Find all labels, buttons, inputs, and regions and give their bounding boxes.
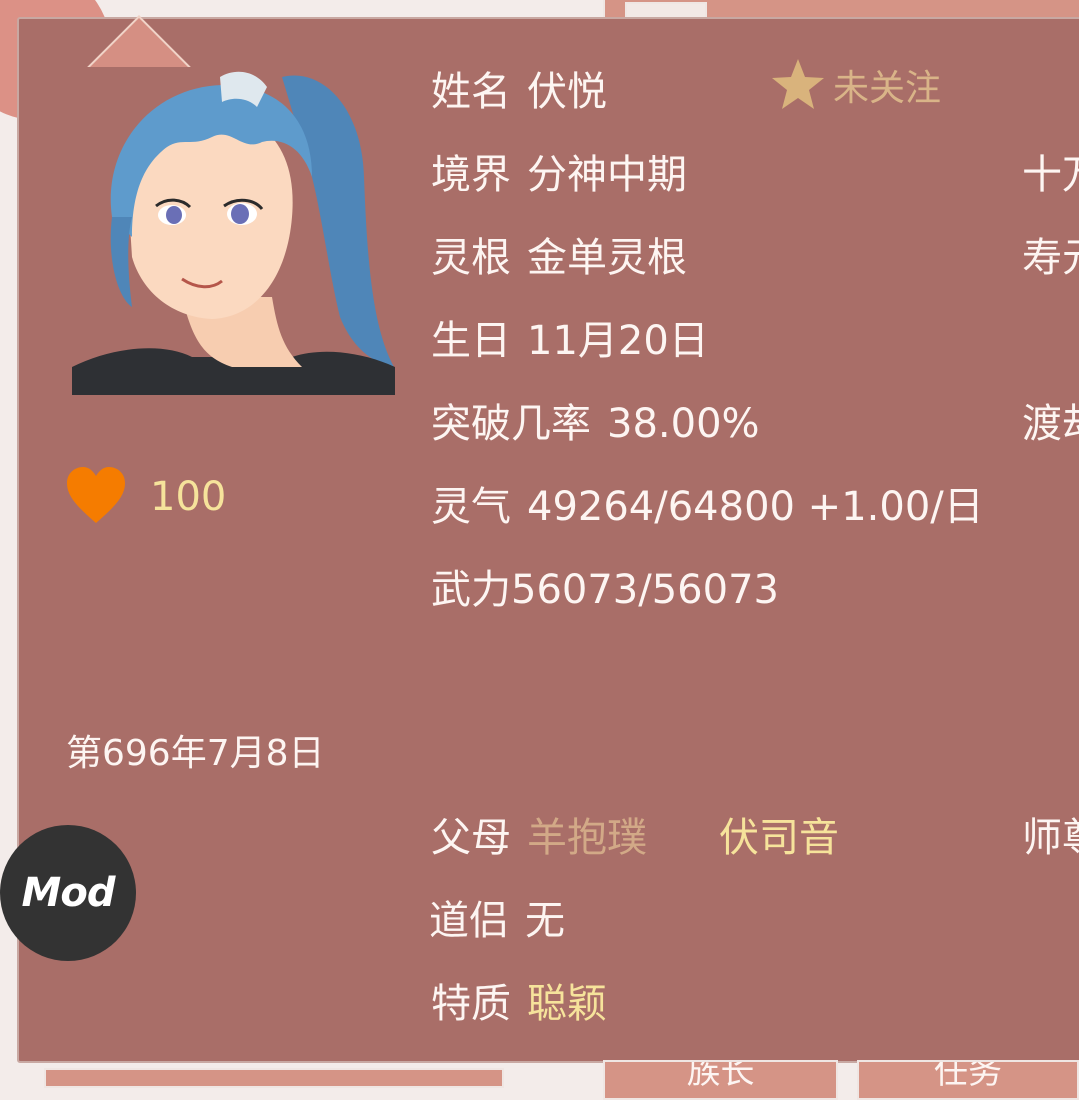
parents-row: 父母 羊抱璞 伏司音: [431, 805, 839, 863]
name-value: 伏悦: [527, 69, 607, 115]
heart-icon: [67, 467, 125, 523]
qi-label: 灵气: [431, 484, 511, 530]
name-label: 姓名: [431, 69, 511, 115]
bottom-tab-2[interactable]: 任务: [857, 1060, 1079, 1100]
root-label: 灵根: [431, 235, 511, 281]
birthday-label: 生日: [431, 318, 511, 364]
breakthrough-row: 突破几率 38.00%: [431, 391, 760, 449]
right-clipped-text-1: 十万: [1022, 152, 1079, 198]
realm-label: 境界: [431, 152, 511, 198]
background-bottom-bar: [44, 1068, 504, 1088]
breakthrough-value: 38.00%: [607, 401, 760, 447]
right-clipped-text-2: 寿元: [1022, 235, 1079, 281]
qi-value: 49264/64800 +1.00/日: [527, 484, 984, 530]
force-row: 武力56073/56073: [431, 557, 779, 615]
right-clipped-text-4: 师尊: [1022, 815, 1079, 861]
bottom-tab-1[interactable]: 族长: [603, 1060, 838, 1100]
root-value: 金单灵根: [527, 235, 687, 281]
partner-row: 道侣无: [429, 888, 565, 946]
partner-value: 无: [525, 898, 565, 944]
star-icon: [772, 59, 824, 109]
trait-value[interactable]: 聪颖: [527, 981, 607, 1027]
trait-label: 特质: [431, 981, 511, 1027]
parent-link-2[interactable]: 伏司音: [719, 815, 839, 861]
game-date: 第696年7月8日: [66, 733, 325, 774]
right-clipped-text-3: 渡劫: [1022, 401, 1079, 447]
mod-button[interactable]: Mod: [0, 825, 136, 961]
force-value: 56073/56073: [511, 567, 779, 613]
realm-value: 分神中期: [527, 152, 687, 198]
character-portrait: [72, 67, 395, 395]
follow-button[interactable]: 未关注: [769, 55, 941, 115]
birthday-row: 生日 11月20日: [431, 308, 709, 366]
breakthrough-label: 突破几率: [431, 401, 591, 447]
parent-link-1[interactable]: 羊抱璞: [527, 815, 647, 861]
qi-row: 灵气 49264/64800 +1.00/日: [431, 474, 984, 532]
favor-value: 100: [150, 474, 227, 520]
root-row: 灵根 金单灵根: [431, 225, 687, 283]
realm-row: 境界 分神中期: [431, 142, 687, 200]
trait-row: 特质 聪颖: [431, 971, 607, 1029]
name-row: 姓名 伏悦: [431, 59, 607, 117]
partner-label: 道侣: [429, 898, 509, 944]
character-panel: 返回: [17, 15, 1079, 1063]
birthday-value: 11月20日: [527, 318, 709, 364]
follow-label: 未关注: [833, 68, 942, 109]
force-label: 武力: [431, 567, 511, 613]
parents-label: 父母: [431, 815, 511, 861]
